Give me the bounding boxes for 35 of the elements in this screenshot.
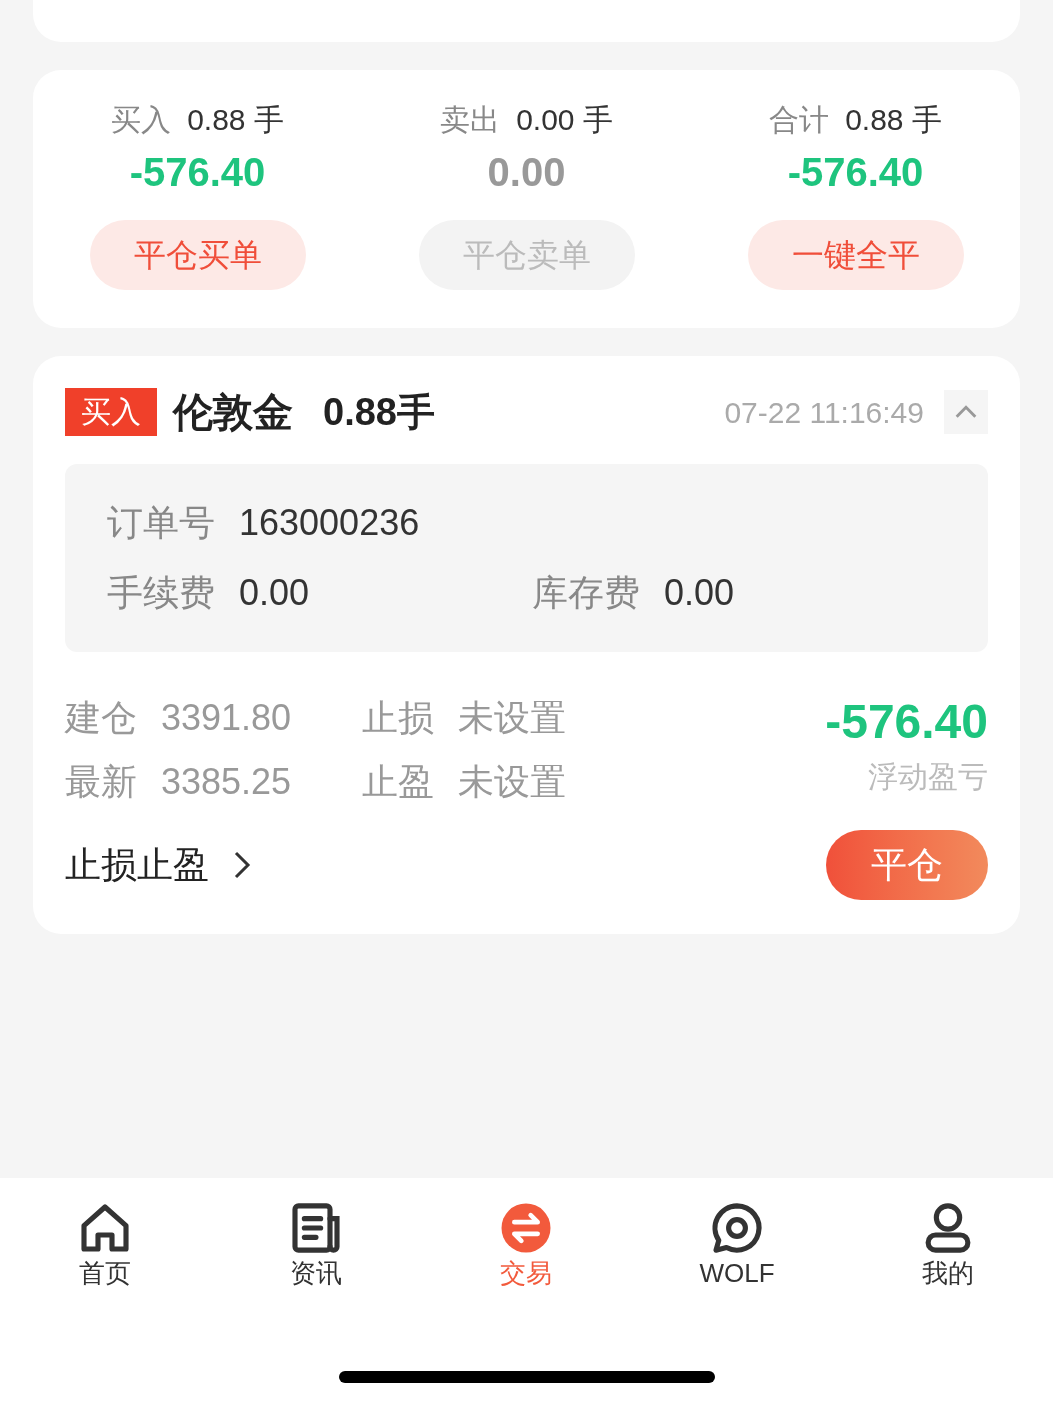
position-lots: 0.88手: [323, 389, 435, 435]
stat-label: 最新: [65, 760, 137, 804]
detail-label: 库存费: [532, 571, 640, 615]
stat-label: 建仓: [65, 696, 137, 740]
summary-lots: 0.88 手: [845, 102, 942, 138]
stat-value: 3385.25: [161, 760, 292, 804]
detail-value: 163000236: [239, 501, 420, 545]
summary-pnl: -576.40: [787, 149, 924, 196]
stat-value: 3391.80: [161, 696, 292, 740]
summary-pnl: -576.40: [129, 149, 266, 196]
stat-label: 止损: [362, 696, 434, 740]
stat-value: 未设置: [458, 760, 566, 804]
summary-label: 卖出: [440, 102, 501, 138]
sl-tp-link[interactable]: 止损止盈: [65, 838, 255, 892]
summary-label: 买入: [111, 102, 172, 138]
detail-value: 0.00: [664, 571, 735, 615]
tab-item[interactable]: 我的: [842, 1200, 1053, 1290]
detail-label: 订单号: [107, 501, 215, 545]
tab-item[interactable]: 首页: [0, 1200, 211, 1290]
tab-item[interactable]: 资讯: [210, 1200, 422, 1290]
symbol-name: 伦敦金: [173, 389, 293, 436]
summary-label: 合计: [769, 102, 830, 138]
floating-pnl-label: 浮动盈亏: [868, 759, 988, 795]
detail-value: 0.00: [239, 571, 310, 615]
summary-lots: 0.00 手: [516, 102, 613, 138]
summary-lots: 0.88 手: [187, 102, 284, 138]
stat-label: 止盈: [362, 760, 434, 804]
open-time: 07-22 11:16:49: [724, 394, 924, 431]
collapse-button[interactable]: [944, 390, 988, 434]
stat-value: 未设置: [458, 696, 566, 740]
floating-pnl: -576.40: [825, 694, 988, 750]
detail-label: 手续费: [107, 571, 215, 615]
side-badge: 买入: [65, 388, 157, 436]
tab-item[interactable]: WOLF: [631, 1200, 843, 1290]
summary-pnl: 0.00: [487, 149, 566, 196]
